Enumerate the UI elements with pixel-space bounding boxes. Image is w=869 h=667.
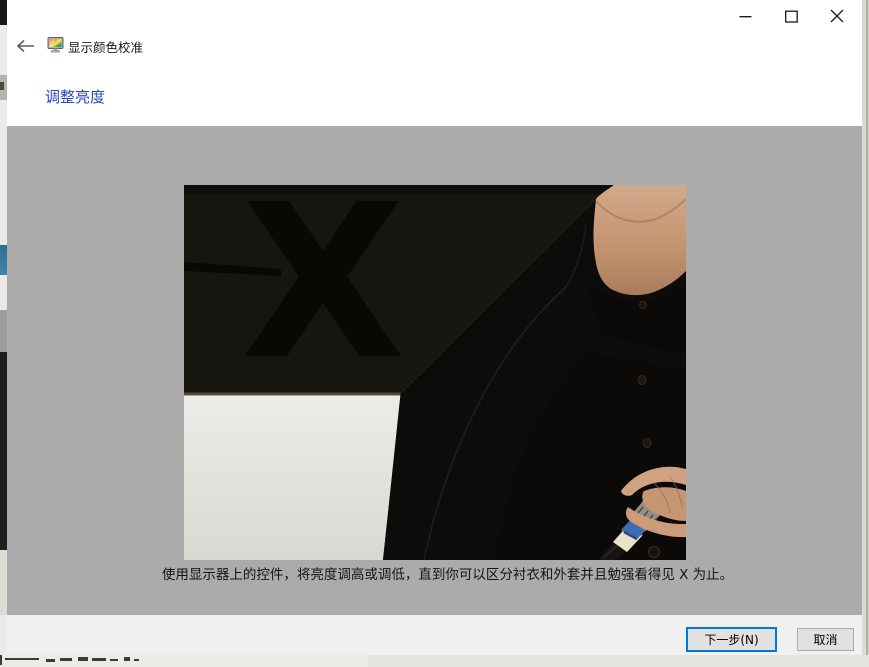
close-button[interactable]	[825, 5, 849, 27]
cancel-button-label: 取消	[813, 631, 837, 648]
content-area: X	[7, 126, 862, 615]
desktop-artifact-bottom	[0, 655, 869, 667]
app-title: 显示颜色校准	[68, 37, 143, 56]
desktop-artifact-text	[134, 659, 139, 661]
page-heading: 调整亮度	[45, 86, 105, 107]
cancel-button[interactable]: 取消	[797, 628, 854, 651]
desktop-artifact-text	[60, 658, 72, 661]
neck	[593, 185, 686, 295]
next-button[interactable]: 下一步(N)	[686, 627, 777, 652]
display-calibration-app-icon	[47, 36, 64, 53]
footer-bar: 下一步(N) 取消	[7, 615, 862, 655]
display-color-calibration-window: 显示颜色校准 调整亮度 X	[7, 0, 862, 655]
shirt-button	[643, 439, 651, 448]
shirt-button	[638, 376, 646, 385]
jacket-button	[649, 547, 660, 558]
desktop-artifact-left	[0, 0, 7, 655]
desktop-artifact-text	[92, 658, 106, 661]
desktop-artifact-segment	[0, 310, 7, 352]
back-arrow-icon	[16, 39, 35, 53]
panel-edge	[184, 393, 401, 396]
desktop-artifact-text	[78, 657, 88, 661]
desktop-artifact-text	[5, 658, 39, 660]
maximize-icon	[785, 10, 798, 23]
white-screen-panel	[184, 395, 401, 560]
close-icon	[830, 9, 844, 23]
maximize-button[interactable]	[779, 5, 803, 27]
back-button[interactable]	[12, 34, 38, 58]
desktop-artifact-shade	[368, 655, 869, 667]
desktop-artifact-segment	[0, 245, 7, 275]
next-button-label: 下一步(N)	[704, 631, 758, 648]
collar-button	[640, 301, 647, 309]
minimize-button[interactable]	[733, 5, 757, 27]
minimize-icon	[739, 10, 752, 23]
desktop-artifact-text	[0, 655, 2, 665]
instruction-text: 使用显示器上的控件，将亮度调高或调低，直到你可以区分衬衣和外套并且勉强看得见 X…	[20, 563, 869, 583]
desktop-artifact-text	[124, 657, 130, 661]
x-target-mark: X	[241, 185, 405, 407]
desktop-artifact-segment	[0, 352, 7, 550]
brightness-sample-photo: X	[184, 185, 686, 560]
desktop-artifact-text	[110, 659, 118, 661]
desktop-artifact-right	[862, 0, 869, 655]
desktop-artifact-segment	[0, 82, 4, 90]
desktop-artifact-segment	[0, 550, 7, 615]
desktop-artifact-text	[46, 659, 55, 662]
